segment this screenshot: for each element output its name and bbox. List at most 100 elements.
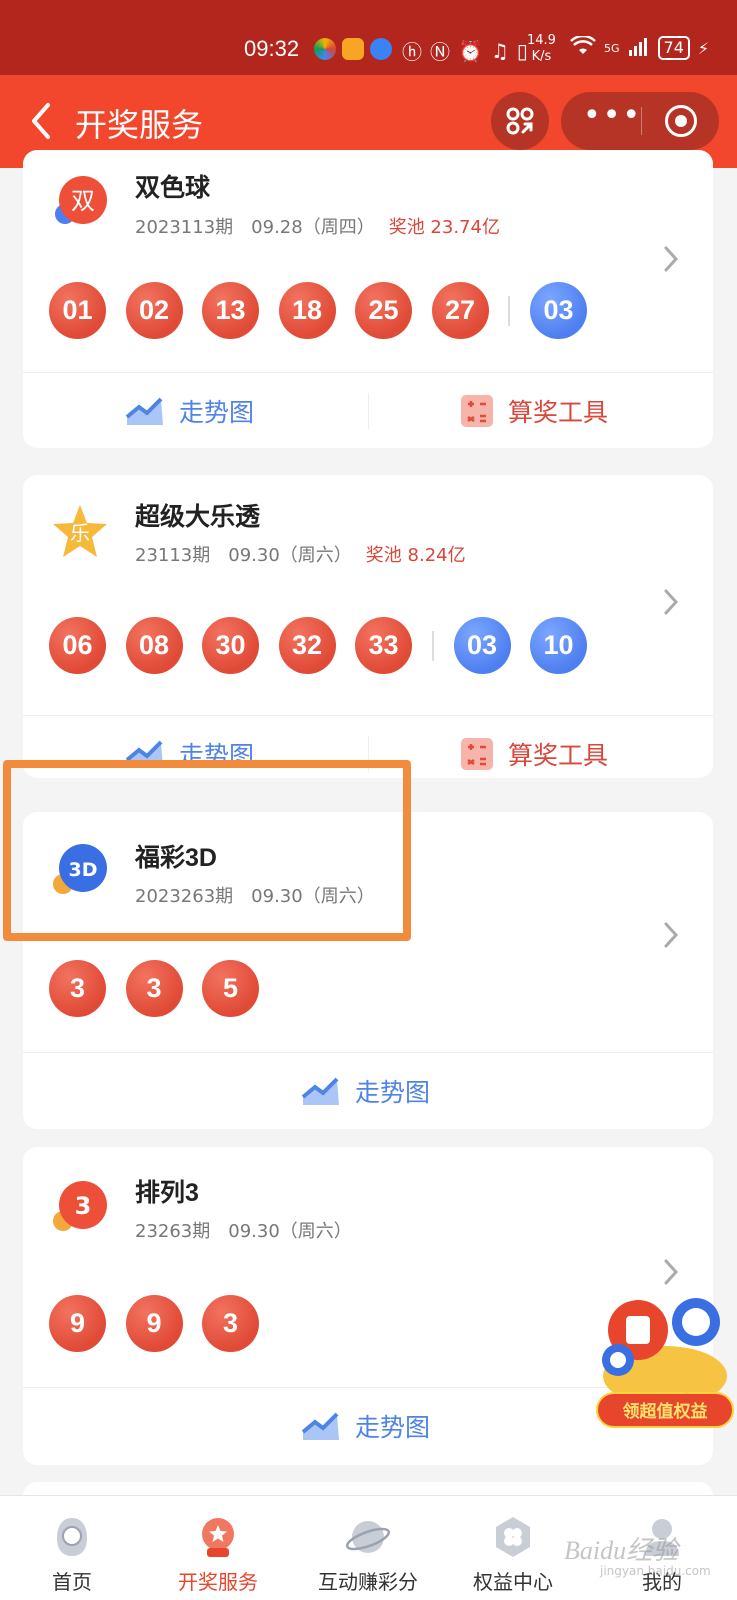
trend-label: 走势图: [179, 398, 255, 427]
red-ball: 18: [278, 282, 336, 339]
lottery-name: 超级大乐透: [135, 503, 261, 531]
promo-float-button[interactable]: 领超值权益: [596, 1296, 734, 1436]
card-footer: 走势图 算奖工具: [23, 372, 713, 448]
winning-numbers: 9 9 3: [49, 1295, 279, 1352]
footer-divider: [368, 393, 369, 429]
more-menu-button[interactable]: •••: [583, 98, 642, 133]
lottery-card-dlt[interactable]: 乐 超级大乐透 23113期 09.30（周六） 奖池 8.24亿 06 08 30…: [23, 475, 713, 778]
prize-calculator-link[interactable]: 算奖工具: [460, 716, 608, 778]
chevron-right-icon: [664, 922, 679, 948]
lottery-meta: 2023113期 09.28（周四） 奖池 23.74亿: [135, 213, 500, 239]
svg-text:双: 双: [71, 187, 95, 215]
red-ball: 01: [49, 282, 106, 339]
app-notification-icon: [314, 38, 336, 60]
page-title: 开奖服务: [75, 107, 204, 143]
speed-value: 14.9: [527, 33, 556, 48]
headphones-icon: ♫: [490, 38, 509, 63]
status-app-icons: [314, 38, 392, 60]
trend-chart-link[interactable]: 走势图: [301, 1053, 430, 1129]
status-time: 09:32: [244, 36, 300, 61]
trend-chart-icon: [125, 397, 163, 425]
issue-number: 23113期: [135, 545, 211, 566]
status-bar: 09:32 ⓗ Ⓝ ⏰ ♫ ▯ 14.9 K/s 5G 74 ⚡: [0, 0, 737, 75]
winning-numbers: 3 3 5: [49, 960, 279, 1017]
draw-date: 09.28（周四）: [251, 217, 375, 238]
calculator-icon: [461, 738, 493, 770]
alarm-icon: ⏰: [458, 38, 483, 63]
signal-bars-icon: [628, 36, 650, 60]
dlt-star-icon: 乐: [53, 505, 107, 557]
winning-numbers: 06 08 30 32 33 03 10: [49, 617, 607, 674]
nav-item-lottery-service[interactable]: 开奖服务: [148, 1496, 288, 1600]
red-ball: 33: [355, 617, 412, 674]
trend-label: 走势图: [355, 1078, 431, 1107]
red-ball: 9: [125, 1295, 183, 1352]
svg-text:乐: 乐: [70, 521, 90, 545]
trend-chart-link[interactable]: 走势图: [125, 373, 254, 448]
lottery-name: 排列3: [135, 1179, 199, 1207]
red-ball: 08: [125, 617, 183, 674]
chevron-right-icon: [664, 246, 679, 272]
nav-label: 互动赚彩分: [318, 1570, 418, 1594]
network-speed: 14.9 K/s: [527, 33, 556, 65]
red-ball: 3: [49, 960, 106, 1017]
highlight-annotation: [3, 760, 411, 941]
nav-item-earn-points[interactable]: 互动赚彩分: [298, 1496, 438, 1600]
lottery-machine-icon: [202, 1518, 234, 1557]
scan-icon: [506, 107, 534, 135]
tool-label: 算奖工具: [508, 398, 609, 427]
issue-number: 23263期: [135, 1221, 211, 1242]
nav-item-benefits[interactable]: 权益中心: [443, 1496, 583, 1600]
lottery-balls-icon: [602, 1298, 727, 1406]
red-ball: 3: [202, 1295, 259, 1352]
calculator-icon: [461, 395, 493, 427]
trend-label: 走势图: [355, 1413, 431, 1442]
red-ball: 5: [202, 960, 259, 1017]
speed-unit: K/s: [531, 49, 552, 64]
close-target-button[interactable]: [665, 105, 697, 137]
lottery-name: 双色球: [135, 174, 211, 202]
wifi-icon: [570, 34, 596, 60]
red-ball: 13: [202, 282, 259, 339]
red-ball: 3: [125, 960, 183, 1017]
prize-calculator-link[interactable]: 算奖工具: [460, 373, 608, 448]
nfc-icon: Ⓝ: [430, 40, 450, 64]
home-mascot-icon: [57, 1518, 87, 1556]
nav-label: 开奖服务: [178, 1570, 258, 1594]
red-ball: 32: [278, 617, 336, 674]
mini-program-capsule: •••: [561, 92, 719, 150]
nav-item-home[interactable]: 首页: [2, 1496, 142, 1600]
red-ball: 27: [431, 282, 489, 339]
draw-date: 09.30（周六）: [228, 545, 352, 566]
status-system-icons: ⓗ Ⓝ ⏰ ♫ ▯: [402, 36, 528, 65]
lottery-meta: 23113期 09.30（周六） 奖池 8.24亿: [135, 541, 466, 567]
card-footer: 走势图: [23, 1052, 713, 1128]
winning-numbers: 01 02 13 18 25 27 03: [49, 282, 607, 339]
lottery-card-ssq[interactable]: 双 双色球 2023113期 09.28（周四） 奖池 23.74亿 01 02 1…: [23, 150, 713, 448]
issue-number: 2023113期: [135, 217, 234, 238]
lottery-meta: 23263期 09.30（周六）: [135, 1217, 352, 1243]
trend-chart-link[interactable]: 走势图: [301, 1388, 430, 1464]
app-notification-icon: [370, 38, 392, 60]
clover-icon: [496, 1517, 530, 1557]
tool-label: 算奖工具: [508, 741, 609, 770]
svg-text:3: 3: [75, 1192, 92, 1220]
trend-chart-icon: [301, 1077, 339, 1105]
trend-chart-icon: [301, 1412, 339, 1440]
scan-button[interactable]: [491, 92, 549, 150]
blue-ball: 10: [530, 617, 587, 674]
chevron-right-icon: [664, 1259, 679, 1285]
chevron-right-icon: [664, 589, 679, 615]
nav-label: 首页: [52, 1570, 92, 1594]
capsule-divider: [641, 107, 642, 135]
red-ball: 30: [202, 617, 259, 674]
red-ball: 06: [49, 617, 106, 674]
red-ball: 02: [125, 282, 183, 339]
draw-date: 09.30（周六）: [228, 1221, 352, 1242]
pl3-icon: 3: [53, 1181, 107, 1231]
blue-ball: 03: [530, 282, 587, 339]
ssq-icon: 双: [55, 176, 107, 224]
ball-divider: [508, 295, 510, 326]
ball-divider: [431, 630, 434, 661]
back-button[interactable]: [22, 97, 62, 145]
